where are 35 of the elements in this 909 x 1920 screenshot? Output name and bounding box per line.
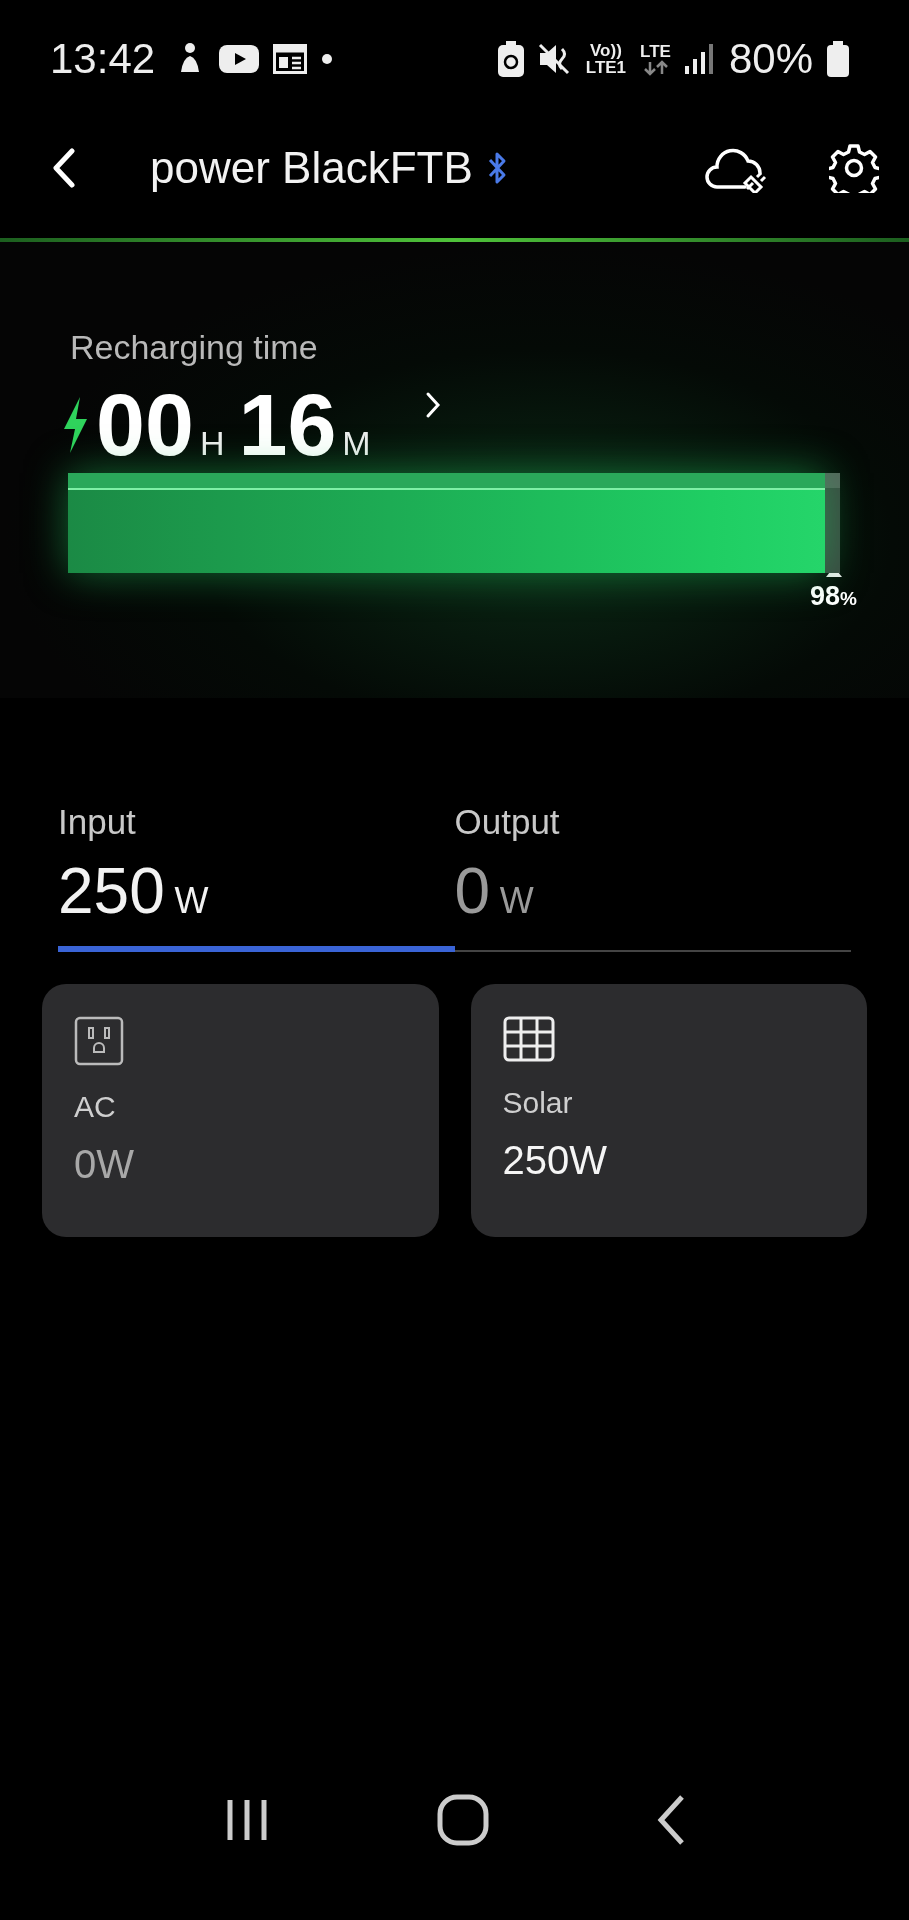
source-power: 250W — [502, 1138, 607, 1183]
source-card[interactable]: Solar 250W — [470, 984, 867, 1237]
signal-icon — [684, 44, 715, 74]
source-name: AC — [74, 1090, 116, 1124]
back-icon[interactable] — [52, 148, 76, 188]
calendar-icon — [273, 44, 308, 74]
minutes-value: 16 — [238, 381, 337, 469]
hours-value: 00 — [96, 381, 194, 469]
power-tab[interactable]: Input 250 W — [58, 802, 455, 952]
battery-icon — [827, 41, 849, 77]
dot-icon — [321, 53, 334, 65]
source-name: Solar — [502, 1086, 573, 1120]
minutes-unit: M — [342, 424, 371, 463]
device-title: power BlackFTB — [150, 143, 473, 193]
solar-panel-icon — [502, 1016, 555, 1062]
battery-percent: 80% — [728, 35, 813, 83]
volte-label: Vo)) — [590, 42, 622, 59]
battery-saver-icon — [497, 41, 524, 77]
back-nav-icon[interactable] — [655, 1794, 686, 1846]
power-tab[interactable]: Output 0 W — [454, 802, 851, 952]
outlet-icon — [74, 1016, 124, 1066]
clock-time: 13:42 — [50, 35, 156, 83]
hours-unit: H — [199, 424, 225, 463]
source-power: 0W — [74, 1142, 134, 1187]
network-label: LTE — [640, 42, 671, 60]
battery-level-value: 98 — [810, 581, 841, 611]
source-card[interactable]: AC 0W — [42, 984, 439, 1237]
mute-icon — [537, 43, 572, 75]
volte-sub-label: LTE1 — [585, 59, 627, 76]
recharging-label: Recharging time — [70, 328, 319, 367]
play-icon — [219, 45, 260, 73]
chevron-right-icon[interactable] — [424, 391, 441, 419]
settings-icon[interactable] — [829, 143, 879, 193]
home-icon[interactable] — [436, 1794, 489, 1846]
battery-level-unit: % — [840, 588, 857, 609]
